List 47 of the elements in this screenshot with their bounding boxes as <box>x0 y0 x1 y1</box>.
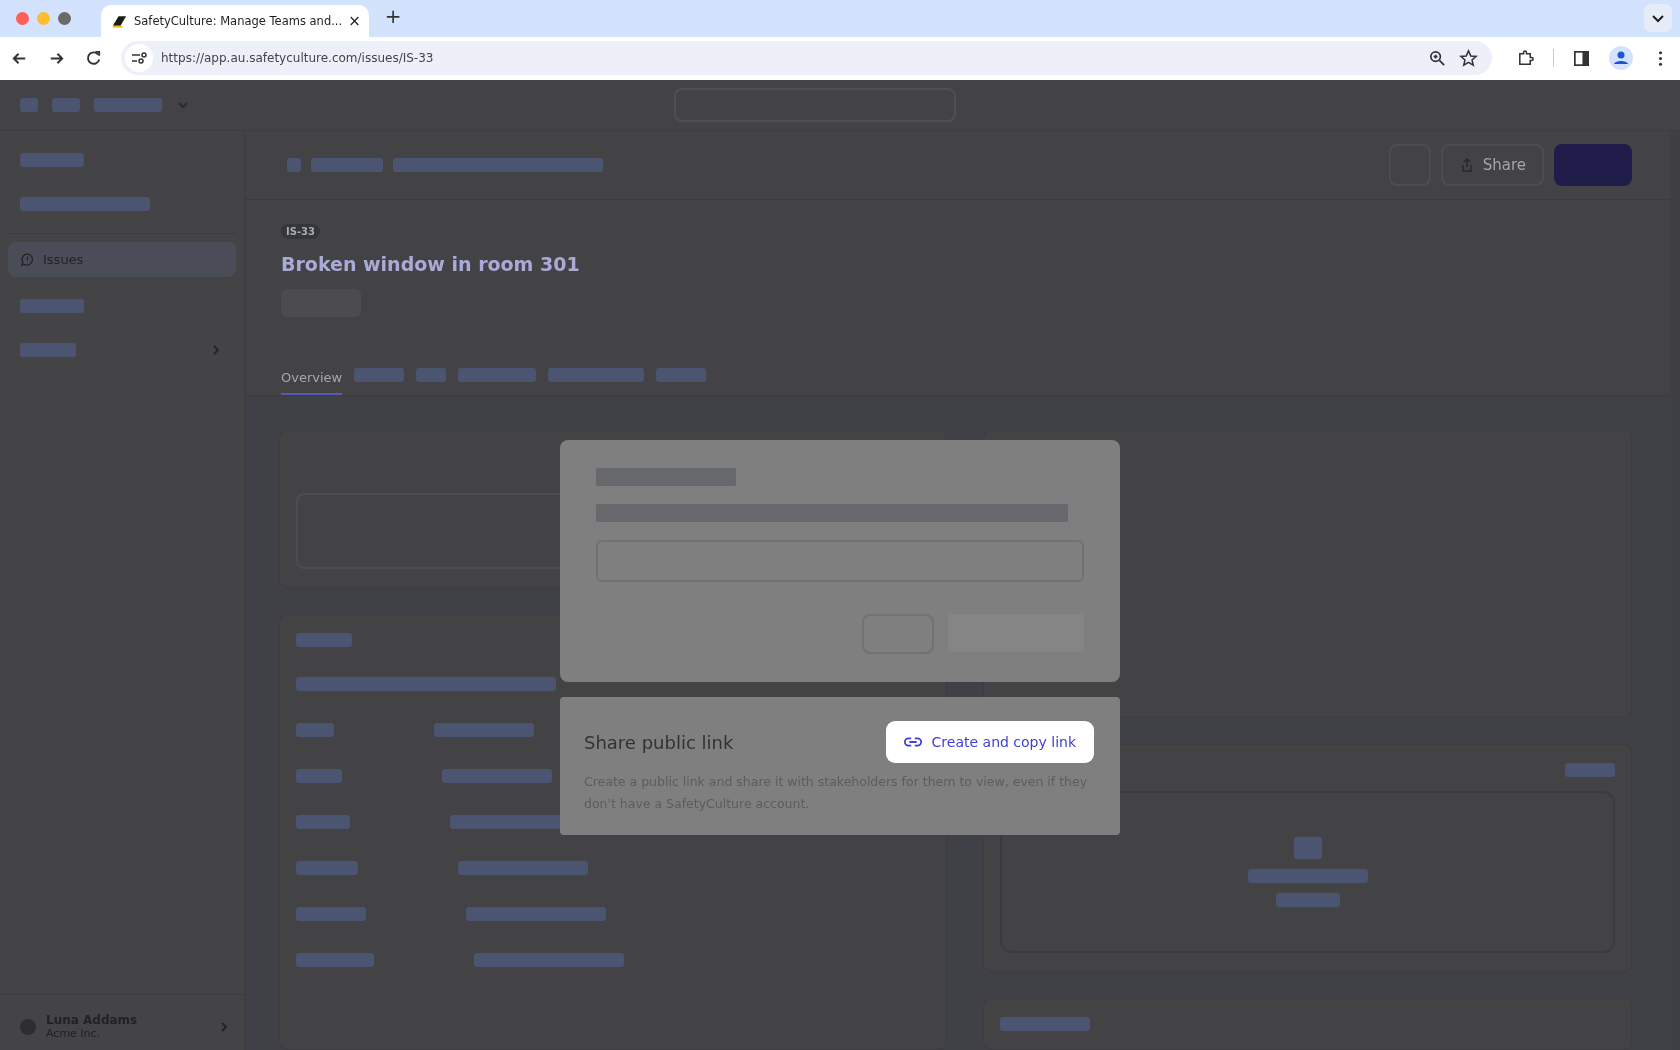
close-window-icon[interactable] <box>16 11 29 25</box>
panel-title: Share public link <box>584 731 734 753</box>
tab[interactable]: Overview <box>281 370 343 395</box>
minimize-window-icon[interactable] <box>37 11 50 25</box>
issue-title: Broken window in room 301 <box>281 253 580 275</box>
chevron-down-icon[interactable] <box>1644 4 1672 33</box>
reload-icon[interactable] <box>84 48 103 68</box>
close-icon[interactable]: × <box>348 11 361 30</box>
redacted-bar <box>656 368 707 382</box>
logo-icon <box>111 13 128 28</box>
share-button[interactable]: Share <box>1440 144 1544 186</box>
redacted-bar <box>296 861 358 875</box>
redacted-bar <box>296 723 334 737</box>
star-icon[interactable] <box>1459 48 1478 68</box>
side-panel-icon[interactable] <box>1572 48 1591 68</box>
zoom-icon[interactable] <box>1428 48 1447 68</box>
tab-title: SafetyCulture: Manage Teams and... <box>134 13 343 28</box>
new-tab-button[interactable]: + <box>384 3 402 28</box>
redacted-bar <box>354 368 405 382</box>
create-link-button[interactable]: Create and copy link <box>885 721 1094 763</box>
redacted-bar <box>296 815 350 829</box>
redacted-bar <box>296 907 366 921</box>
redacted-bar <box>296 769 342 783</box>
redacted-bar <box>20 153 84 167</box>
link-icon <box>903 736 922 748</box>
redacted-bar <box>20 343 76 357</box>
redacted-bar <box>311 158 383 172</box>
issue-icon <box>20 252 35 267</box>
browser-tab[interactable]: SafetyCulture: Manage Teams and... × <box>101 4 369 37</box>
site-settings-icon[interactable] <box>125 44 153 73</box>
issue-id: IS-33 <box>281 224 320 239</box>
redacted-bar <box>52 98 80 112</box>
chevron-right-icon[interactable] <box>210 344 222 356</box>
maximize-window-icon[interactable] <box>58 11 71 25</box>
chevron-right-icon <box>218 1020 230 1033</box>
redacted-bar <box>1293 837 1322 859</box>
redacted-bar <box>296 633 352 647</box>
puzzle-icon[interactable] <box>1516 48 1535 68</box>
profile-icon[interactable] <box>1609 46 1633 71</box>
redacted-bar <box>1275 893 1340 907</box>
address-bar[interactable]: https://app.au.safetyculture.com/issues/IS-33 <box>121 41 1492 76</box>
redacted-bar <box>20 98 38 112</box>
redacted-bar <box>94 98 162 112</box>
redacted-bar <box>20 299 84 313</box>
redacted-bar <box>287 158 301 172</box>
redacted-bar <box>1565 763 1615 777</box>
redacted-bar <box>416 368 447 382</box>
